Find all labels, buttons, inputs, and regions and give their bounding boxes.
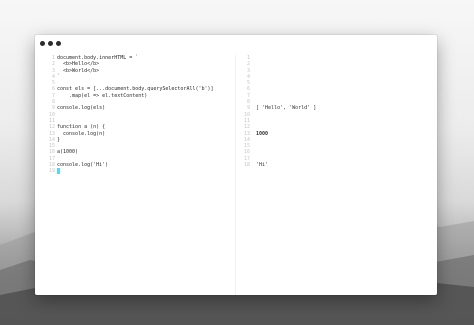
text-cursor <box>57 168 60 175</box>
close-window-dot-icon[interactable] <box>40 40 45 46</box>
line-number: 18 <box>243 162 250 169</box>
zoom-window-dot-icon[interactable] <box>56 40 61 46</box>
output-text: 'Hi' <box>256 162 269 169</box>
output-line: 18 'Hi' <box>236 162 437 168</box>
code-editor-pane[interactable]: 1 document.body.innerHTML = ` 2 <b>Hello<… <box>35 55 235 295</box>
title-bar <box>35 35 437 51</box>
code-text[interactable] <box>57 168 60 175</box>
line-number: 19 <box>48 168 55 175</box>
runjs-window: 1 document.body.innerHTML = ` 2 <b>Hello<… <box>35 35 437 295</box>
editor-line: 19 <box>35 168 235 175</box>
output-pane: 1 2 3 4 5 6 7 8 9[ 'Hello', 'World' ] 10… <box>235 55 437 295</box>
minimize-window-dot-icon[interactable] <box>48 40 53 46</box>
